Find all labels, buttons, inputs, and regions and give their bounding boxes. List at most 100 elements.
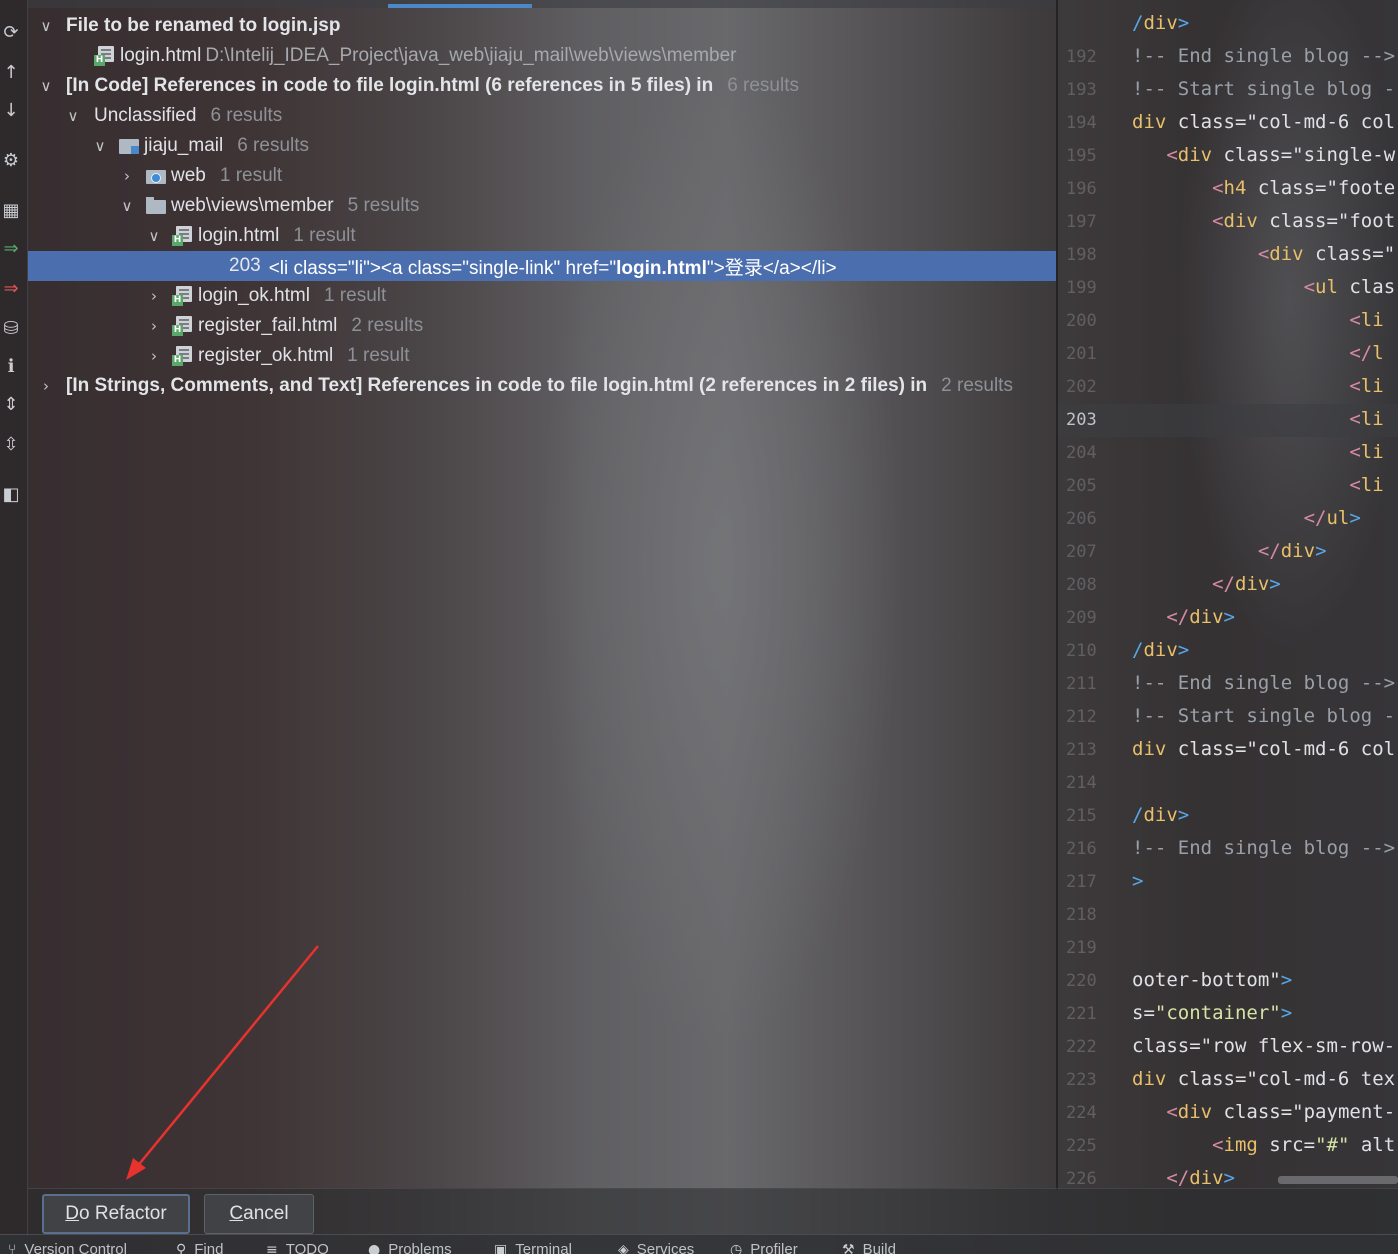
tree-node-web[interactable]: › web 1 result	[28, 161, 1056, 191]
chevron-down-icon[interactable]: ∨	[63, 107, 83, 125]
editor-line[interactable]: 210/div>	[1058, 635, 1398, 668]
tree-node-web-views-member[interactable]: ∨ web\views\member 5 results	[28, 191, 1056, 221]
tree-node-login-html[interactable]: ∨ H login.html 1 result	[28, 221, 1056, 251]
chevron-right-icon[interactable]: ›	[36, 377, 56, 395]
editor-line[interactable]: 199 <ul clas	[1058, 272, 1398, 305]
collapse-all-icon[interactable]: ⇳	[0, 432, 22, 456]
editor-line[interactable]: 220 ooter-bottom">	[1058, 965, 1398, 998]
editor-line[interactable]: 192 !-- End single blog -->	[1058, 41, 1398, 74]
tool-tab-problems[interactable]: ● Problems	[368, 1241, 452, 1254]
tool-tab-label: Profiler	[750, 1241, 798, 1254]
editor-line[interactable]: 212 !-- Start single blog -->	[1058, 701, 1398, 734]
editor-line[interactable]: 206 </ul>	[1058, 503, 1398, 536]
exclude-icon[interactable]: ⇒	[0, 276, 22, 300]
preview-panel-icon[interactable]: ◧	[0, 482, 22, 506]
cancel-button[interactable]: Cancel	[204, 1194, 314, 1234]
result-count: 6 results	[210, 105, 283, 126]
result-count: 1 result	[219, 165, 283, 186]
tree-node-login-html-file[interactable]: H login.html D:\Intelij_IDEA_Project\jav…	[28, 41, 1056, 71]
editor-line[interactable]: 224 <div class="payment-	[1058, 1097, 1398, 1130]
tool-tab-find[interactable]: ⚲ Find	[176, 1241, 223, 1254]
tree-node-register-ok-html[interactable]: › H register_ok.html 1 result	[28, 341, 1056, 371]
filter-icon[interactable]: ⛁	[0, 316, 22, 340]
editor-line-code: !-- End single blog -->	[1132, 837, 1396, 859]
editor-line-number: 203	[1066, 410, 1097, 430]
tool-tab-version-control[interactable]: ⑂ Version Control	[8, 1241, 127, 1254]
editor-line[interactable]: 196 <h4 class="foote	[1058, 173, 1398, 206]
tree-node-file-to-rename[interactable]: ∨ File to be renamed to login.jsp	[28, 11, 1056, 41]
editor-line[interactable]: 209 </div>	[1058, 602, 1398, 635]
tool-tab-services[interactable]: ◈ Services	[618, 1241, 694, 1254]
button-label: ancel	[243, 1203, 289, 1224]
editor-line-number: 200	[1066, 311, 1097, 331]
tool-tab-build[interactable]: ⚒ Build	[842, 1241, 896, 1254]
tree-node-in-code-references[interactable]: ∨ [In Code] References in code to file l…	[28, 71, 1056, 101]
tree-node-unclassified[interactable]: ∨ Unclassified 6 results	[28, 101, 1056, 131]
tool-tab-todo[interactable]: ≡ TODO	[266, 1241, 329, 1254]
chevron-right-icon[interactable]: ›	[117, 167, 137, 185]
editor-line[interactable]: 202 <li	[1058, 371, 1398, 404]
code-editor-preview[interactable]: /div> 192 !-- End single blog --> 193 !-- St…	[1056, 0, 1398, 1190]
editor-line[interactable]: 211 !-- End single blog -->	[1058, 668, 1398, 701]
editor-line[interactable]: 193 !-- Start single blog -->	[1058, 74, 1398, 107]
info-icon[interactable]: ℹ	[0, 354, 22, 378]
editor-line-number: 209	[1066, 608, 1097, 628]
editor-line[interactable]: 216 !-- End single blog -->	[1058, 833, 1398, 866]
editor-line[interactable]: 213 div class="col-md-6 col	[1058, 734, 1398, 767]
editor-line[interactable]: 200 <li	[1058, 305, 1398, 338]
chevron-down-icon[interactable]: ∨	[90, 137, 110, 155]
editor-line-number: 226	[1066, 1169, 1097, 1189]
chevron-down-icon[interactable]: ∨	[117, 197, 137, 215]
horizontal-scrollbar[interactable]	[1278, 1176, 1398, 1184]
editor-line[interactable]: 221 s="container">	[1058, 998, 1398, 1031]
tool-tab-profiler[interactable]: ◷ Profiler	[730, 1241, 798, 1254]
tree-node-usage-line-203[interactable]: 203 <li class="li"><a class="single-link…	[28, 251, 1056, 281]
node-label: register_ok.html	[198, 345, 334, 366]
editor-line[interactable]: 214	[1058, 767, 1398, 800]
tree-node-login-ok-html[interactable]: › H login_ok.html 1 result	[28, 281, 1056, 311]
expand-all-icon[interactable]: ⇕	[0, 392, 22, 416]
next-occurrence-icon[interactable]: ↓	[0, 98, 22, 122]
editor-line[interactable]: 198 <div class="	[1058, 239, 1398, 272]
tree-node-strings-comments-references[interactable]: › [In Strings, Comments, and Text] Refer…	[28, 371, 1056, 401]
editor-line[interactable]: 219	[1058, 932, 1398, 965]
editor-line[interactable]: 203 <li	[1058, 404, 1398, 437]
editor-line-number: 211	[1066, 674, 1097, 694]
tool-tab-label: TODO	[285, 1241, 329, 1254]
group-by-icon[interactable]: ▦	[0, 198, 22, 222]
editor-line[interactable]: 201 </l	[1058, 338, 1398, 371]
editor-line[interactable]: 217 >	[1058, 866, 1398, 899]
editor-line[interactable]: 215/div>	[1058, 800, 1398, 833]
tree-node-register-fail-html[interactable]: › H register_fail.html 2 results	[28, 311, 1056, 341]
editor-line[interactable]: 204 <li	[1058, 437, 1398, 470]
tree-node-jiaju-mail[interactable]: ∨ jiaju_mail 6 results	[28, 131, 1056, 161]
editor-line[interactable]: 208 </div>	[1058, 569, 1398, 602]
do-refactor-button[interactable]: Do Refactor	[42, 1194, 190, 1234]
previous-occurrence-icon[interactable]: ↑	[0, 60, 22, 84]
rerun-icon[interactable]: ⟳	[0, 20, 22, 44]
editor-line[interactable]: 195 <div class="single-w	[1058, 140, 1398, 173]
editor-line[interactable]: 205 <li	[1058, 470, 1398, 503]
editor-line-number: 197	[1066, 212, 1097, 232]
chevron-right-icon[interactable]: ›	[144, 287, 164, 305]
editor-line[interactable]: 197 <div class="foot	[1058, 206, 1398, 239]
editor-line[interactable]: 222 class="row flex-sm-row-	[1058, 1031, 1398, 1064]
editor-line[interactable]: 223 div class="col-md-6 tex	[1058, 1064, 1398, 1097]
editor-line[interactable]: 218	[1058, 899, 1398, 932]
chevron-right-icon[interactable]: ›	[144, 317, 164, 335]
merge-import-icon[interactable]: ⇒	[0, 236, 22, 260]
editor-line[interactable]: 207 </div>	[1058, 536, 1398, 569]
editor-line[interactable]: 225 <img src="#" alt	[1058, 1130, 1398, 1163]
html-file-icon: H	[172, 226, 194, 246]
chevron-down-icon[interactable]: ∨	[36, 77, 56, 95]
editor-line[interactable]: /div>	[1058, 8, 1398, 41]
editor-line-code: /div>	[1132, 804, 1190, 826]
editor-line[interactable]: 194 div class="col-md-6 col	[1058, 107, 1398, 140]
chevron-down-icon[interactable]: ∨	[36, 17, 56, 35]
usage-code-snippet: <li class="li"><a class="single-link" hr…	[268, 257, 837, 279]
chevron-down-icon[interactable]: ∨	[144, 227, 164, 245]
editor-line-number: 216	[1066, 839, 1097, 859]
settings-gear-icon[interactable]: ⚙	[0, 148, 22, 172]
tool-tab-terminal[interactable]: ▣ Terminal	[494, 1241, 572, 1254]
chevron-right-icon[interactable]: ›	[144, 347, 164, 365]
